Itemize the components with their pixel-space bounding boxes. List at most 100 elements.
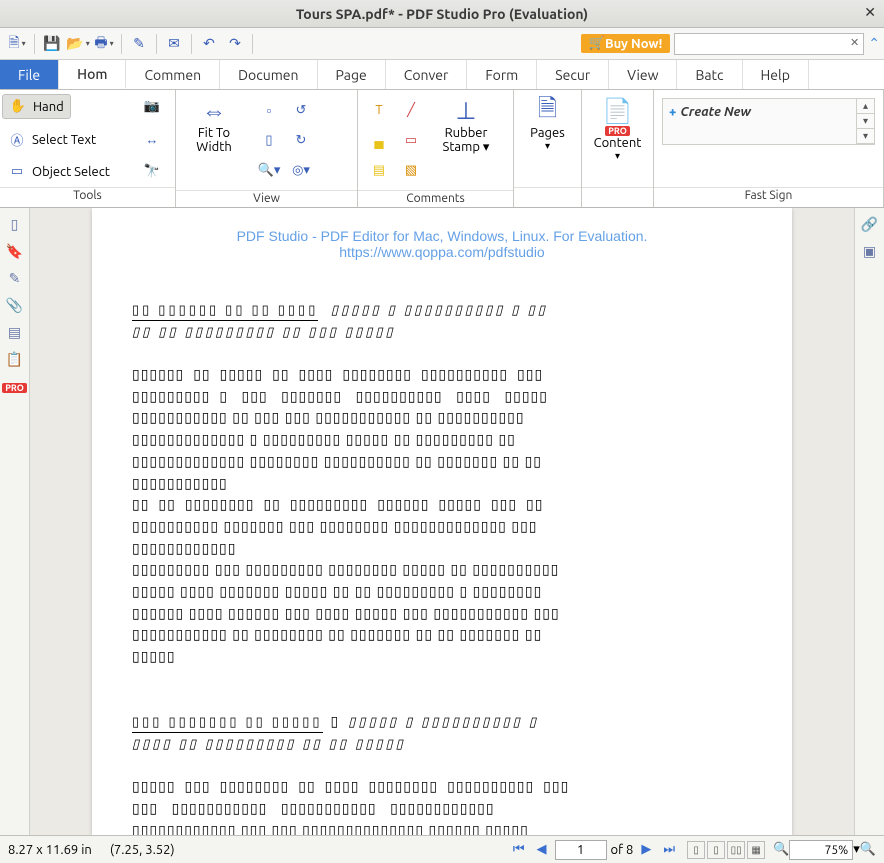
prev-page-button[interactable]: ◀ [533,842,551,857]
edit-icon[interactable]: ✎ [128,33,150,55]
ribbon-group-fastsign-label: Fast Sign [654,187,883,207]
view-mode-icons: ▯ ▯ ▯▯ ▦ [687,841,765,859]
rotate-ccw-icon[interactable]: ↺ [286,96,316,124]
tab-home[interactable]: Hom [59,60,126,89]
fit-width-icon: ⇔ [202,96,226,126]
zoom-out-button[interactable]: 🔍 [773,842,789,857]
pro-panel-icon[interactable]: PRO [2,378,27,394]
print-button[interactable]: 🖶 [93,33,115,55]
save-button[interactable]: 💾 [41,33,63,55]
snapshot-tool[interactable]: 📷 [137,94,173,119]
redo-button[interactable]: ↷ [224,33,246,55]
tab-view[interactable]: View [609,60,677,89]
text-annot-icon[interactable]: T [364,96,394,124]
status-bar: 8.27 x 11.69 in (7.25, 3.52) ⏮ ◀ of 8 ▶ … [0,835,884,863]
quick-access-toolbar: 🗎 💾 📂 🖶 ✎ ✉ ↶ ↷ 🛒 Buy Now! ✕ ⌃ [0,28,884,60]
new-doc-button[interactable]: 🗎 [6,33,28,55]
note-annot-icon[interactable]: ▤ [364,156,394,184]
bookmark-panel-icon[interactable]: 🔖 [6,243,23,260]
tab-help[interactable]: Help [743,60,809,89]
undo-button[interactable]: ↶ [198,33,220,55]
window-titlebar: Tours SPA.pdf* - PDF Studio Pro (Evaluat… [0,0,884,28]
page-body-text: ▯▯ ▯▯▯▯▯▯ ▯▯ ▯▯ ▯▯▯▯ ▯▯▯▯▯ ▯ ▯▯▯▯▯▯▯▯▯▯ … [132,300,752,835]
tab-form[interactable]: Form [467,60,537,89]
fast-sign-panel: +Create New ▴▾▾ [662,98,875,145]
page-total-label: of 8 [611,843,634,857]
link-panel-icon[interactable]: 🔗 [861,216,878,233]
pages-panel-icon[interactable]: ▯ [11,216,19,233]
hand-tool[interactable]: ✋Hand [2,94,71,119]
layers-panel-icon[interactable]: ▤ [8,324,21,341]
mail-icon[interactable]: ✉ [163,33,185,55]
highlight-annot-icon[interactable]: ▄ [364,126,394,154]
tab-comment[interactable]: Commen [126,60,220,89]
page-navigator: ⏮ ◀ of 8 ▶ ⏭ [509,840,679,860]
ribbon: ✋Hand 📷 ⒶSelect Text ↔ ▭Object Select 🔭 … [0,90,884,208]
page-number-input[interactable] [555,840,607,860]
document-viewport[interactable]: PDF Studio - PDF Editor for Mac, Windows… [30,208,854,835]
square-annot-icon[interactable]: ▭ [396,126,426,154]
fastsign-scroll[interactable]: ▴▾▾ [856,99,874,144]
cursor-readout: (7.25, 3.52) [110,843,175,857]
page-size-readout: 8.27 x 11.69 in [8,843,92,857]
area-annot-icon[interactable]: ▧ [396,156,426,184]
evaluation-watermark: PDF Studio - PDF Editor for Mac, Windows… [132,228,752,260]
hand-icon: ✋ [9,99,27,114]
clear-search-icon[interactable]: ✕ [850,36,859,49]
cube-panel-icon[interactable]: ▣ [863,243,876,260]
first-page-button[interactable]: ⏮ [509,842,529,857]
annot-grid: T ╱ ▄ ▭ ▤ ▧ [360,92,430,188]
zoom-level-input[interactable]: 75% [789,840,853,860]
close-icon[interactable]: ✕ [864,4,876,21]
loupe-icon[interactable]: ◎▾ [286,156,316,184]
stamp-icon: ⊥ [456,96,477,126]
content-button[interactable]: 📄 PRO Content ▾ [584,92,651,166]
plus-icon: + [669,105,676,119]
binoculars-tool[interactable]: 🔭 [137,160,173,183]
object-select-tool[interactable]: ▭Object Select [2,160,116,183]
open-button[interactable]: 📂 [67,33,89,55]
next-page-button[interactable]: ▶ [637,842,655,857]
tab-file[interactable]: File [0,60,59,89]
clipboard-panel-icon[interactable]: 📋 [6,351,23,368]
rotate-cw-icon[interactable]: ↻ [286,126,316,154]
ribbon-group-view-label: View [176,190,357,207]
create-new-button[interactable]: +Create New [669,105,751,119]
line-annot-icon[interactable]: ╱ [396,96,426,124]
buy-now-button[interactable]: 🛒 Buy Now! [581,34,670,53]
actual-size-icon[interactable]: ▫ [254,96,284,124]
pages-button[interactable]: 🗎 Pages ▾ [516,92,579,156]
distance-tool[interactable]: ↔ [137,126,173,153]
fit-page-icon[interactable]: ▯ [254,126,284,154]
search-input[interactable]: ✕ [674,33,864,55]
object-select-icon: ▭ [8,164,26,179]
binoculars-icon: 🔭 [143,164,161,179]
rubber-stamp-button[interactable]: ⊥ Rubber Stamp ▾ [430,92,502,159]
select-text-tool[interactable]: ⒶSelect Text [2,126,102,153]
tab-document[interactable]: Documen [220,60,317,89]
distance-icon: ↔ [143,132,161,147]
tab-convert[interactable]: Conver [386,60,468,89]
attach-panel-icon[interactable]: 📎 [6,297,23,314]
tab-secure[interactable]: Secur [537,60,609,89]
continuous-page-icon[interactable]: ▯ [707,841,725,859]
zoom-in-button[interactable]: 🔍 [860,842,876,857]
fit-to-width-button[interactable]: ⇔ Fit To Width [178,92,250,158]
expand-icon[interactable]: ⌃ [868,35,880,52]
pro-badge: PRO [605,126,630,136]
sign-panel-icon[interactable]: ✎ [9,270,21,287]
pdf-page: PDF Studio - PDF Editor for Mac, Windows… [92,208,792,835]
tab-page[interactable]: Page [318,60,386,89]
last-page-button[interactable]: ⏭ [659,842,679,857]
content-icon: 📄 [603,96,633,126]
facing-continuous-icon[interactable]: ▦ [747,841,765,859]
ribbon-group-tools-label: Tools [0,187,175,207]
facing-page-icon[interactable]: ▯▯ [727,841,745,859]
zoom-tool-icon[interactable]: 🔍▾ [254,156,284,184]
window-title: Tours SPA.pdf* - PDF Studio Pro (Evaluat… [296,6,588,22]
tab-batch[interactable]: Batc [677,60,742,89]
single-page-icon[interactable]: ▯ [687,841,705,859]
view-buttons-grid: ▫ ↺ ▯ ↻ 🔍▾ ◎▾ [250,92,320,188]
pages-icon: 🗎 [538,96,557,126]
main-menu-tabs: File Hom Commen Documen Page Conver Form… [0,60,884,90]
